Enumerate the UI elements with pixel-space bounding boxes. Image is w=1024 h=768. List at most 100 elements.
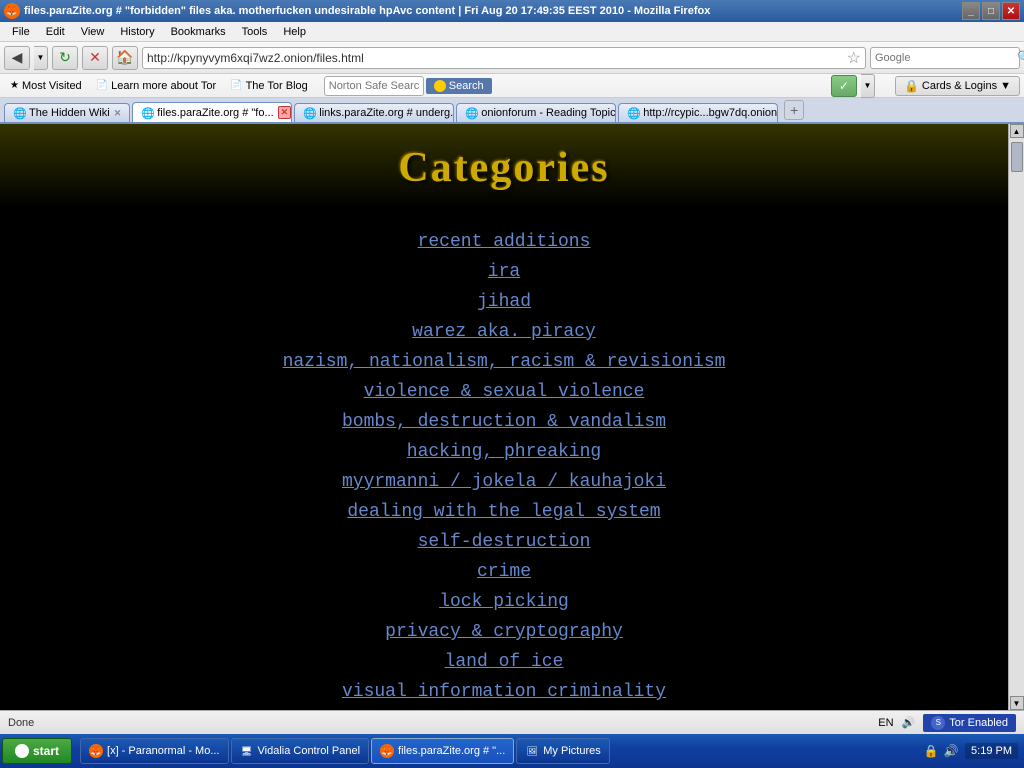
window-title: files.paraZite.org # "forbidden" files a… bbox=[24, 5, 710, 17]
taskbar-vidalia-icon: 🖥 bbox=[240, 744, 254, 758]
address-bar-container: ☆ bbox=[142, 47, 866, 69]
tab-hidden-wiki[interactable]: 🌐 The Hidden Wiki ✕ bbox=[4, 103, 130, 122]
back-dropdown[interactable]: ▼ bbox=[34, 46, 48, 70]
tab-favicon: 🌐 bbox=[627, 107, 639, 119]
taskbar-fox-icon: 🦊 bbox=[380, 744, 394, 758]
tray-volume-icon: 🔊 bbox=[943, 743, 959, 759]
address-bar[interactable] bbox=[147, 51, 847, 65]
category-links-list: recent additions ira jihad warez aka. pi… bbox=[0, 207, 1008, 710]
tab-links-parazite[interactable]: 🌐 links.paraZite.org # underg... ✕ bbox=[294, 103, 454, 122]
taskbar-fox-icon: 🦊 bbox=[89, 744, 103, 758]
tab-close-button[interactable]: ✕ bbox=[114, 108, 122, 119]
start-button[interactable]: start bbox=[2, 738, 72, 764]
minimize-button[interactable]: _ bbox=[962, 2, 980, 20]
nav-bar: ◀ ▼ ↻ ✕ 🏠 ☆ 🔍 bbox=[0, 42, 1024, 74]
tab-rcypic[interactable]: 🌐 http://rcypic...bgw7dq.onion/ ✕ bbox=[618, 103, 778, 122]
scroll-up-arrow[interactable]: ▲ bbox=[1010, 124, 1024, 138]
tor-label: Tor Enabled bbox=[949, 717, 1008, 729]
taskbar-paranormal[interactable]: 🦊 [x] - Paranormal - Mo... bbox=[80, 738, 228, 764]
tab-favicon: 🌐 bbox=[303, 107, 315, 119]
bookmark-learn-tor[interactable]: 📄 Learn more about Tor bbox=[90, 78, 222, 94]
clock: 5:19 PM bbox=[965, 743, 1018, 759]
title-bar: 🦊 files.paraZite.org # "forbidden" files… bbox=[0, 0, 1024, 22]
home-button[interactable]: 🏠 bbox=[112, 46, 138, 70]
menu-help[interactable]: Help bbox=[275, 24, 314, 40]
link-land-of-ice[interactable]: land of ice bbox=[0, 652, 1008, 672]
bookmarks-bar: ★ Most Visited 📄 Learn more about Tor 📄 … bbox=[0, 74, 1024, 98]
bookmark-page-icon: 📄 bbox=[96, 80, 108, 91]
link-warez[interactable]: warez aka. piracy bbox=[0, 322, 1008, 342]
link-lock-picking[interactable]: lock picking bbox=[0, 592, 1008, 612]
bookmark-page-icon: 📄 bbox=[230, 80, 242, 91]
taskbar: start 🦊 [x] - Paranormal - Mo... 🖥 Vidal… bbox=[0, 734, 1024, 768]
bookmark-star-icon: ★ bbox=[10, 80, 19, 91]
bookmark-label: Learn more about Tor bbox=[111, 80, 216, 92]
taskbar-pictures-icon: 🖼 bbox=[525, 744, 539, 758]
stop-button[interactable]: ✕ bbox=[82, 46, 108, 70]
norton-search-container bbox=[324, 76, 424, 96]
close-button[interactable]: ✕ bbox=[1002, 2, 1020, 20]
tab-close-button[interactable]: ✕ bbox=[278, 106, 292, 119]
system-tray: 🔒 🔊 bbox=[923, 743, 959, 759]
link-legal[interactable]: dealing with the legal system bbox=[0, 502, 1008, 522]
scroll-down-arrow[interactable]: ▼ bbox=[1010, 696, 1024, 710]
search-go-icon[interactable]: 🔍 bbox=[1017, 50, 1024, 66]
menu-edit[interactable]: Edit bbox=[38, 24, 73, 40]
link-visual[interactable]: visual information criminality bbox=[0, 682, 1008, 702]
tabs-bar: 🌐 The Hidden Wiki ✕ 🌐 files.paraZite.org… bbox=[0, 98, 1024, 124]
link-violence[interactable]: violence & sexual violence bbox=[0, 382, 1008, 402]
taskbar-right: 🔒 🔊 5:19 PM bbox=[923, 743, 1022, 759]
link-nazism[interactable]: nazism, nationalism, racism & revisionis… bbox=[0, 352, 1008, 372]
tor-status-badge: S Tor Enabled bbox=[923, 714, 1016, 732]
tab-parazite[interactable]: 🌐 files.paraZite.org # "fo... ✕ bbox=[132, 102, 292, 122]
taskbar-parazite[interactable]: 🦊 files.paraZite.org # "... bbox=[371, 738, 514, 764]
tab-onionforum[interactable]: 🌐 onionforum - Reading Topic... ✕ bbox=[456, 103, 616, 122]
taskbar-pictures[interactable]: 🖼 My Pictures bbox=[516, 738, 609, 764]
scrollbar[interactable]: ▲ ▼ bbox=[1008, 124, 1024, 710]
link-privacy[interactable]: privacy & cryptography bbox=[0, 622, 1008, 642]
menu-bookmarks[interactable]: Bookmarks bbox=[163, 24, 234, 40]
link-hacking[interactable]: hacking, phreaking bbox=[0, 442, 1008, 462]
tray-icon-1: 🔊 bbox=[902, 716, 916, 729]
window-controls[interactable]: _ □ ✕ bbox=[962, 2, 1020, 20]
new-tab-button[interactable]: + bbox=[784, 100, 804, 120]
tab-favicon: 🌐 bbox=[141, 107, 153, 119]
refresh-button[interactable]: ↻ bbox=[52, 46, 78, 70]
page-title: Categories bbox=[0, 144, 1008, 192]
check-dropdown[interactable]: ▼ bbox=[861, 74, 875, 98]
tor-icon: S bbox=[931, 716, 945, 730]
tab-favicon: 🌐 bbox=[465, 107, 477, 119]
cards-logins-button[interactable]: 🔒 Cards & Logins ▼ bbox=[895, 76, 1020, 96]
menu-file[interactable]: File bbox=[4, 24, 38, 40]
bookmark-label: Most Visited bbox=[22, 80, 82, 92]
link-ira[interactable]: ira bbox=[0, 262, 1008, 282]
menu-tools[interactable]: Tools bbox=[234, 24, 276, 40]
norton-search-button[interactable]: Search bbox=[426, 78, 492, 94]
check-button[interactable]: ✓ bbox=[831, 75, 857, 97]
link-bombs[interactable]: bombs, destruction & vandalism bbox=[0, 412, 1008, 432]
bookmark-most-visited[interactable]: ★ Most Visited bbox=[4, 78, 88, 94]
norton-logo-icon bbox=[434, 80, 446, 92]
sys-tray-area: 🔊 bbox=[902, 716, 916, 729]
link-myyrmanni[interactable]: myyrmanni / jokela / kauhajoki bbox=[0, 472, 1008, 492]
back-button[interactable]: ◀ bbox=[4, 46, 30, 70]
windows-logo-icon bbox=[15, 744, 29, 758]
bookmark-star-icon[interactable]: ☆ bbox=[847, 48, 861, 68]
menu-history[interactable]: History bbox=[112, 24, 162, 40]
taskbar-vidalia[interactable]: 🖥 Vidalia Control Panel bbox=[231, 738, 370, 764]
scroll-thumb[interactable] bbox=[1011, 142, 1023, 172]
search-input[interactable] bbox=[875, 52, 1017, 64]
maximize-button[interactable]: □ bbox=[982, 2, 1000, 20]
link-recent-additions[interactable]: recent additions bbox=[0, 232, 1008, 252]
menu-view[interactable]: View bbox=[73, 24, 113, 40]
page-header: Categories bbox=[0, 124, 1008, 207]
cards-icon: 🔒 bbox=[904, 79, 919, 93]
app-icon: 🦊 bbox=[4, 3, 20, 19]
bookmark-tor-blog[interactable]: 📄 The Tor Blog bbox=[224, 78, 314, 94]
link-crime[interactable]: crime bbox=[0, 562, 1008, 582]
tab-favicon: 🌐 bbox=[13, 107, 25, 119]
link-jihad[interactable]: jihad bbox=[0, 292, 1008, 312]
norton-search-input[interactable] bbox=[329, 80, 419, 92]
language-indicator: EN bbox=[878, 717, 893, 729]
link-self-destruction[interactable]: self-destruction bbox=[0, 532, 1008, 552]
